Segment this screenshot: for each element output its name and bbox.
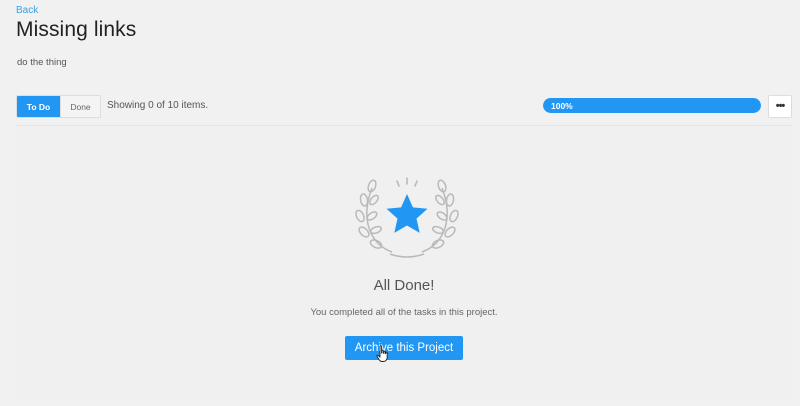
page-title: Missing links [16, 18, 137, 41]
laurel-star-icon [355, 177, 459, 258]
project-page: Back Missing links do the thing To Do Do… [0, 0, 800, 406]
task-filter-tabs: To Do Done [16, 95, 101, 118]
tab-done[interactable]: Done [60, 96, 100, 117]
ellipsis-icon: ••• [775, 100, 786, 112]
items-count-text: Showing 0 of 10 items. [107, 100, 209, 111]
task-toolbar: To Do Done Showing 0 of 10 items. 100% •… [16, 95, 792, 118]
more-options-button[interactable]: ••• [768, 95, 792, 118]
hand-cursor-icon [376, 345, 388, 362]
empty-state-title: All Done! [373, 277, 435, 294]
empty-state-message: You completed all of the tasks in this p… [310, 307, 498, 318]
empty-state-panel: All Done! You completed all of the tasks… [16, 125, 792, 400]
tab-todo[interactable]: To Do [17, 96, 60, 117]
project-description: do the thing [17, 57, 67, 68]
progress-bar-fill: 100% [543, 98, 761, 113]
back-link[interactable]: Back [16, 5, 38, 16]
progress-label: 100% [551, 100, 573, 111]
archive-project-button[interactable]: Archive this Project [345, 336, 463, 360]
progress-bar: 100% [543, 98, 761, 113]
